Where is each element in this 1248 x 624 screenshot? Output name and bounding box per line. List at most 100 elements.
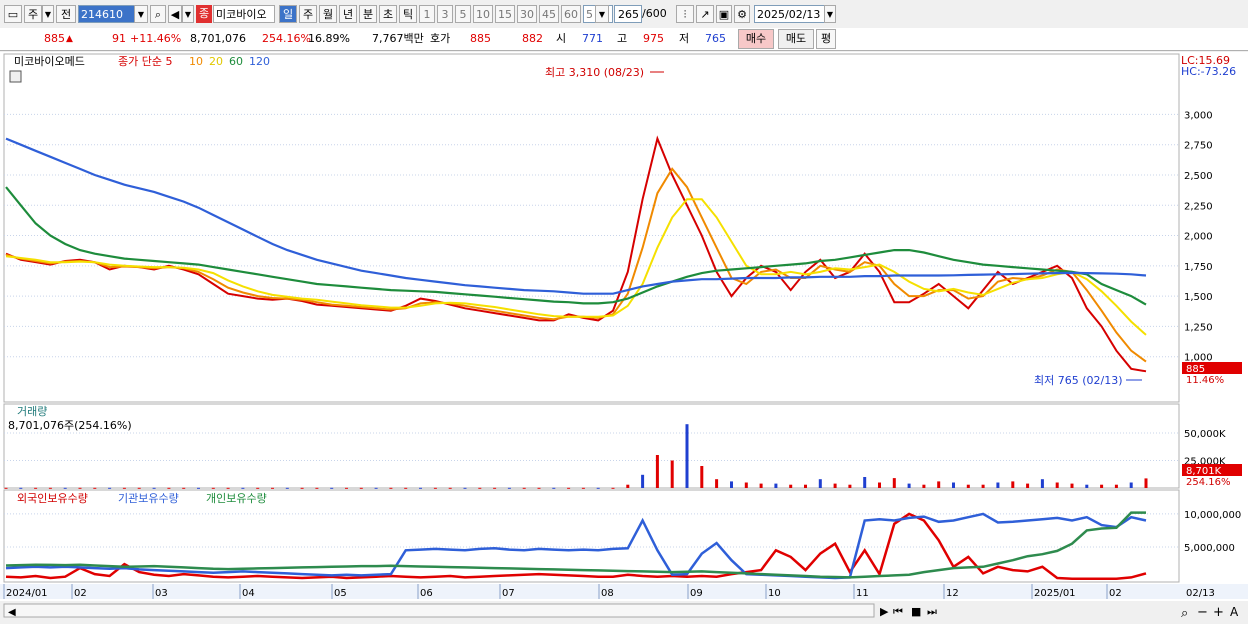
price-tick-label: 2,500 — [1184, 171, 1213, 182]
hc-label: HC:-73.26 — [1181, 65, 1236, 78]
text-tool-icon[interactable]: A — [1230, 605, 1239, 619]
volume-bar — [137, 487, 141, 489]
x-tick-label: 02 — [74, 588, 87, 599]
gear-icon[interactable]: ⚙ — [734, 5, 750, 23]
legend-ma10: 10 — [189, 55, 203, 68]
x-tick-label: 2024/01 — [6, 588, 48, 599]
volume-bar — [774, 483, 778, 488]
play-icon[interactable]: ▶ — [880, 605, 889, 618]
volume-bar — [211, 487, 215, 489]
volume-bar — [818, 479, 822, 488]
interval-30[interactable]: 30 — [517, 5, 537, 23]
x-tick-label: 03 — [155, 588, 168, 599]
volume-bar — [300, 487, 304, 489]
period-second[interactable]: 초 — [379, 5, 397, 23]
volume-bar — [463, 487, 467, 489]
volume-bar — [1055, 482, 1059, 488]
prev-button[interactable]: 전 — [56, 5, 76, 23]
stop-icon[interactable]: ■ — [911, 605, 921, 618]
volume-bar — [922, 484, 926, 488]
volume-title: 거래량 — [17, 405, 47, 418]
volume-bar — [730, 481, 733, 488]
search-zoom-icon[interactable]: ⌕ — [1181, 606, 1188, 621]
chart-type-icon[interactable]: ⫶ — [676, 5, 694, 23]
chart-area[interactable]: 1,000 1,250 1,500 1,750 2,000 2,250 2,500 2,750… — [0, 52, 1248, 621]
volume-bar — [256, 487, 260, 489]
save-icon[interactable]: ▣ — [716, 5, 732, 23]
sell-button[interactable]: 매도 — [778, 29, 814, 49]
interval-1[interactable]: 1 — [419, 5, 435, 23]
volume-bar — [759, 483, 763, 488]
high-label: 고 — [617, 32, 628, 45]
interval-5[interactable]: 5 — [455, 5, 471, 23]
zoom-in-icon[interactable]: + — [1213, 605, 1224, 620]
table-icon[interactable] — [9, 70, 22, 83]
market-select[interactable]: 주 — [24, 5, 42, 23]
zoom-out-icon[interactable]: − — [1197, 605, 1208, 620]
volume-bar — [641, 474, 645, 488]
holdings-tick-label: 5,000,000 — [1184, 543, 1235, 554]
volume-bar — [34, 487, 38, 489]
interval-3[interactable]: 3 — [437, 5, 453, 23]
last-icon[interactable]: ⏭ — [927, 605, 937, 618]
scroll-left-icon[interactable]: ◀ — [8, 607, 16, 618]
volume-bar — [892, 478, 896, 488]
draw-line-icon[interactable]: ↗ — [696, 5, 714, 23]
stock-badge: 종 — [196, 5, 212, 23]
volume-bar — [478, 487, 482, 489]
main-toolbar: ▭ 주 ▼ 전 214610 ▼ ⌕ ◀ ▼ 종 미코바이오 일 주 월 년 분… — [0, 0, 1248, 29]
volume-bar — [152, 487, 156, 489]
interval-10[interactable]: 10 — [473, 5, 493, 23]
volume-bar — [522, 487, 526, 489]
volume-bar — [241, 487, 245, 489]
price-tick-label: 1,500 — [1184, 292, 1213, 303]
volume-bar — [182, 487, 186, 489]
volume-bar — [1026, 483, 1030, 488]
volume-bar — [1085, 484, 1089, 488]
interval-15[interactable]: 15 — [495, 5, 515, 23]
interval-45[interactable]: 45 — [539, 5, 559, 23]
period-year[interactable]: 년 — [339, 5, 357, 23]
interval-60[interactable]: 60 — [561, 5, 581, 23]
volume-bar — [19, 487, 23, 489]
period-minute[interactable]: 분 — [359, 5, 377, 23]
volume-bar — [878, 482, 881, 488]
code-dropdown-icon[interactable]: ▼ — [134, 5, 148, 23]
search-icon[interactable]: ⌕ — [150, 5, 166, 23]
chevron-down-icon[interactable]: ▼ — [42, 5, 54, 23]
volume-bar — [78, 487, 82, 489]
calendar-dropdown-icon[interactable]: ▼ — [824, 5, 836, 23]
volume-bar — [1129, 482, 1133, 488]
period-week[interactable]: 주 — [299, 5, 317, 23]
layout-icon[interactable]: ▭ — [4, 5, 22, 23]
volume-bar — [493, 487, 497, 489]
volume-bar — [685, 424, 689, 488]
x-tick-label: 02 — [1109, 588, 1122, 599]
volume-bar — [122, 487, 126, 489]
last-volume-tag: 8,701K — [1186, 466, 1222, 477]
buy-button[interactable]: 매수 — [738, 29, 774, 49]
period-tick[interactable]: 틱 — [399, 5, 417, 23]
stock-chart-svg[interactable]: 1,0001,2501,5001,7502,0002,2502,5002,750… — [0, 52, 1248, 621]
count-input[interactable]: 265 — [614, 5, 642, 23]
volume-bar — [700, 466, 704, 488]
period-day[interactable]: 일 — [279, 5, 297, 23]
legend-ma20: 20 — [209, 55, 223, 68]
speaker-icon[interactable]: ◀ — [168, 5, 182, 23]
scrollbar[interactable] — [3, 603, 875, 618]
holdings-tick-label: 10,000,000 — [1184, 510, 1241, 521]
eval-button[interactable]: 평 — [816, 29, 836, 49]
x-tick-label: 04 — [242, 588, 255, 599]
stock-code-input[interactable]: 214610 — [78, 5, 136, 23]
period-month[interactable]: 월 — [319, 5, 337, 23]
volume-bar — [4, 487, 8, 489]
volume-ratio: 254.16% — [262, 32, 311, 45]
speaker-dropdown-icon[interactable]: ▼ — [182, 5, 194, 23]
date-input[interactable]: 2025/02/13 — [754, 5, 834, 23]
count-max: /600 — [642, 7, 667, 20]
first-icon[interactable]: ⏮ — [893, 605, 903, 618]
holdings-pane: 5,000,000 10,000,000 외국인보유수량 기관보유수량 개인보유수… — [3, 489, 1241, 583]
interval-dropdown-icon[interactable]: ▼ — [595, 5, 609, 23]
hoga-label: 호가 — [430, 32, 451, 45]
nav-bar: ◀ ▶ ⏮ ■ ⏭ ⌕ − + A — [0, 601, 1248, 621]
